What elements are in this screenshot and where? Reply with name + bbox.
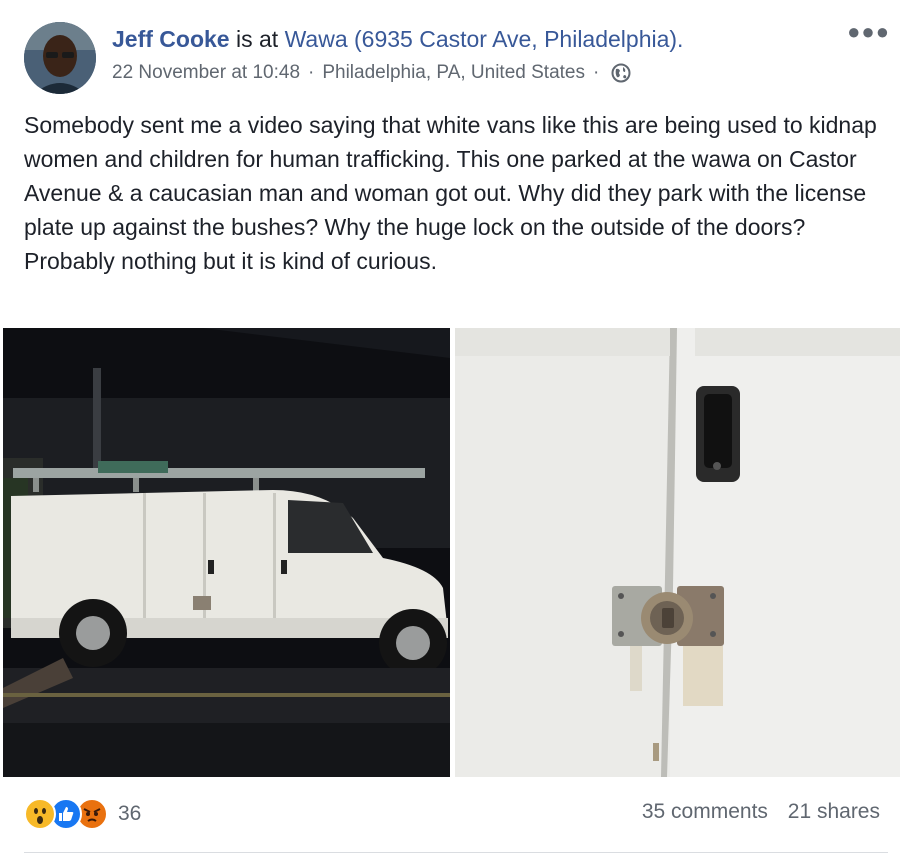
meta-separator: · [308, 62, 315, 83]
van-door-lock-photo[interactable] [455, 328, 900, 777]
reactions-summary[interactable]: 36 [24, 798, 141, 830]
place-link[interactable]: Wawa (6935 Castor Ave, Philadelphia). [285, 26, 684, 52]
reaction-count[interactable]: 36 [118, 802, 141, 826]
white-van-night-photo[interactable] [3, 328, 450, 777]
more-options-icon[interactable]: ●●● [847, 21, 890, 43]
shares-count[interactable]: 21 shares [788, 800, 880, 823]
wow-reaction-icon [24, 798, 56, 830]
avatar[interactable] [24, 22, 96, 94]
post-header: Jeff Cooke is at Wawa (6935 Castor Ave, … [112, 24, 683, 54]
facebook-post: Jeff Cooke is at Wawa (6935 Castor Ave, … [0, 0, 912, 854]
post-text: Somebody sent me a video saying that whi… [24, 112, 877, 274]
author-name[interactable]: Jeff Cooke [112, 26, 230, 52]
divider [24, 852, 888, 853]
post-meta: 22 November at 10:48 · Philadelphia, PA,… [112, 60, 631, 86]
is-at-text: is at [229, 26, 285, 52]
post-timestamp[interactable]: 22 November at 10:48 [112, 60, 300, 86]
globe-icon[interactable] [611, 63, 631, 83]
meta-separator: · [593, 62, 600, 83]
post-location[interactable]: Philadelphia, PA, United States [322, 60, 585, 86]
post-stats: 35 comments 21 shares [628, 800, 880, 824]
comments-count[interactable]: 35 comments [642, 800, 768, 823]
